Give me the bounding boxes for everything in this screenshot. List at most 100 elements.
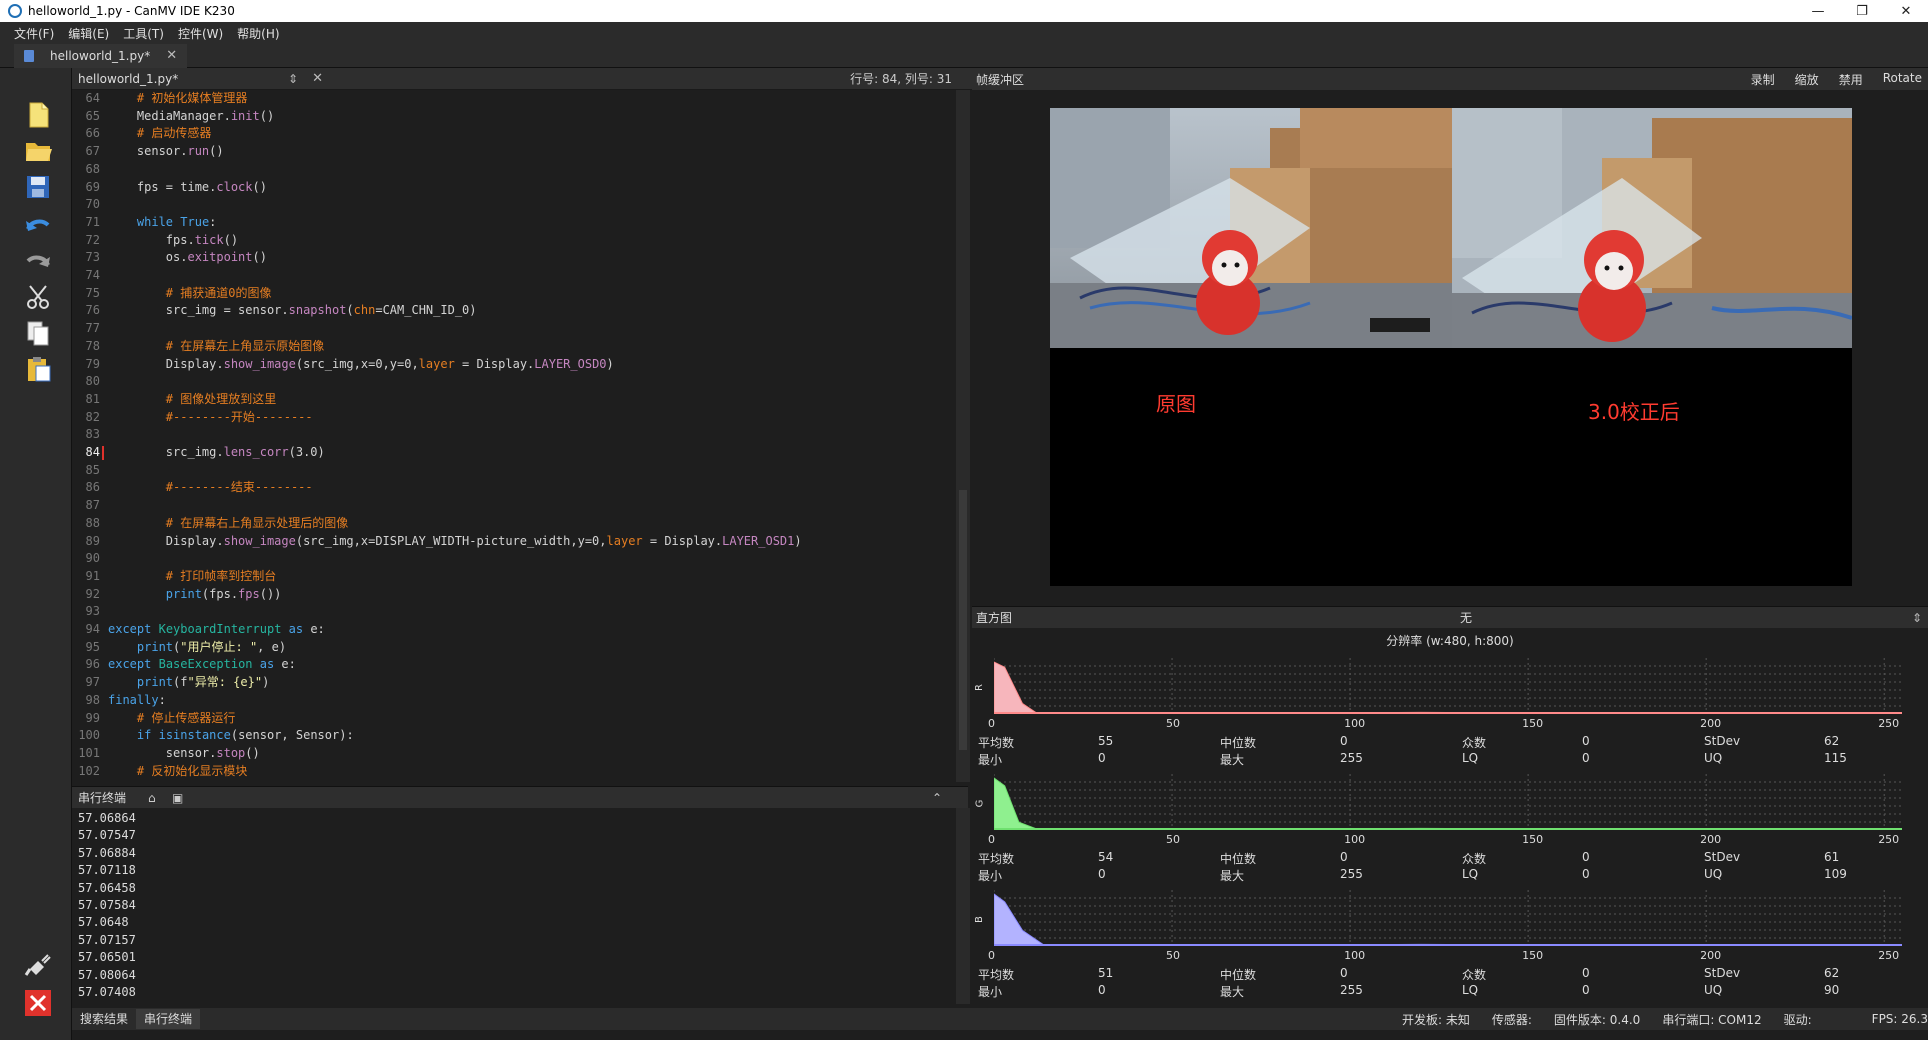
code-line[interactable]: 100 if isinstance(sensor, Sensor):: [72, 727, 962, 745]
copy-icon[interactable]: [20, 316, 56, 350]
close-tab-icon[interactable]: ✕: [166, 48, 177, 63]
maximize-button[interactable]: ❐: [1840, 0, 1884, 22]
undo-icon[interactable]: [20, 208, 56, 242]
code-line[interactable]: 78 # 在屏幕左上角显示原始图像: [72, 338, 962, 356]
code-line[interactable]: 86 #--------结束--------: [72, 479, 962, 497]
cut-icon[interactable]: [20, 280, 56, 314]
code-text: # 在屏幕左上角显示原始图像: [165, 338, 325, 353]
code-line[interactable]: 74: [72, 267, 962, 285]
save-icon[interactable]: [20, 170, 56, 204]
code-line[interactable]: 66 # 启动传感器: [72, 125, 962, 143]
tab-serial-terminal[interactable]: 串行终端: [136, 1009, 201, 1029]
code-line[interactable]: 64 # 初始化媒体管理器: [72, 90, 962, 108]
histogram-tick-label: 0: [988, 717, 995, 730]
tab-search-results[interactable]: 搜索结果: [72, 1009, 136, 1029]
code-line[interactable]: 68: [72, 161, 962, 179]
code-line[interactable]: 73 os.exitpoint(): [72, 249, 962, 267]
code-line[interactable]: 83: [72, 426, 962, 444]
corrected-camera-image: [1452, 108, 1852, 348]
histogram-plot: [994, 774, 1902, 830]
code-editor[interactable]: 64 # 初始化媒体管理器 65 MediaManager.init() 66 # …: [72, 90, 968, 782]
stat-value: 0: [1582, 850, 1590, 864]
menu-tools[interactable]: 工具(T): [123, 25, 164, 42]
line-number: 99: [85, 710, 100, 725]
terminal-scrollbar[interactable]: [956, 808, 970, 1004]
code-line[interactable]: 65 MediaManager.init(): [72, 108, 962, 126]
new-file-icon[interactable]: [20, 98, 56, 132]
document-tab[interactable]: helloworld_1.py* ✕: [14, 43, 188, 68]
label-original: 原图: [1156, 392, 1196, 416]
code-line[interactable]: 70: [72, 196, 962, 214]
code-line[interactable]: 67 sensor.run(): [72, 143, 962, 161]
terminal-line: 57.06501: [78, 950, 136, 965]
histogram-channel-label: G: [974, 799, 986, 808]
file-switch-arrows-icon[interactable]: ⇕: [288, 72, 298, 86]
code-line[interactable]: 76 src_img = sensor.snapshot(chn=CAM_CHN…: [72, 302, 962, 320]
histogram-mode-select[interactable]: 无: [1460, 609, 1472, 626]
document-tab-label: helloworld_1.py*: [50, 48, 151, 63]
menu-help[interactable]: 帮助(H): [237, 25, 279, 42]
rotate-button[interactable]: Rotate: [1883, 71, 1922, 88]
code-line[interactable]: 97 print(f"异常: {e}"): [72, 674, 962, 692]
code-line[interactable]: 91 # 打印帧率到控制台: [72, 568, 962, 586]
code-text: MediaManager.init(): [108, 108, 275, 123]
zoom-button[interactable]: 缩放: [1795, 71, 1819, 88]
code-line[interactable]: 98 finally:: [72, 692, 962, 710]
histogram-tick-label: 100: [1344, 833, 1366, 846]
code-line[interactable]: 93: [72, 603, 962, 621]
stat-value: 0: [1098, 867, 1106, 881]
code-line[interactable]: 82 #--------开始--------: [72, 409, 962, 427]
code-line[interactable]: 88 # 在屏幕右上角显示处理后的图像: [72, 515, 962, 533]
code-line[interactable]: 81 # 图像处理放到这里: [72, 391, 962, 409]
save-terminal-icon[interactable]: ▣: [172, 791, 183, 805]
disable-button[interactable]: 禁用: [1839, 71, 1863, 88]
code-line[interactable]: 84 src_img.lens_corr(3.0): [72, 444, 962, 462]
code-line[interactable]: 69 fps = time.clock(): [72, 179, 962, 197]
collapse-terminal-icon[interactable]: ⌃: [932, 791, 942, 805]
connect-icon[interactable]: [20, 948, 56, 982]
line-number: 86: [85, 480, 100, 495]
code-line[interactable]: 89 Display.show_image(src_img,x=DISPLAY_…: [72, 533, 962, 551]
paste-icon[interactable]: [20, 352, 56, 386]
terminal-line: 57.06884: [78, 845, 136, 860]
cursor-position: 行号: 84, 列号: 31: [850, 72, 952, 86]
editor-close-icon[interactable]: ✕: [312, 71, 323, 86]
stat-value: 0: [1340, 966, 1348, 980]
code-line[interactable]: 101 sensor.stop(): [72, 745, 962, 763]
code-line[interactable]: 92 print(fps.fps()): [72, 586, 962, 604]
code-text: sensor.stop(): [108, 745, 260, 760]
terminal-line: 57.0648: [78, 915, 129, 930]
minimize-button[interactable]: —: [1796, 0, 1840, 22]
code-line[interactable]: 77: [72, 320, 962, 338]
editor-file-label[interactable]: helloworld_1.py*: [78, 72, 288, 86]
code-line[interactable]: 95 print("用户停止: ", e): [72, 639, 962, 657]
code-line[interactable]: 96 except BaseException as e:: [72, 656, 962, 674]
code-line[interactable]: 99 # 停止传感器运行: [72, 710, 962, 728]
code-line[interactable]: 90: [72, 550, 962, 568]
histogram-tick-label: 200: [1700, 833, 1722, 846]
mode-select-arrows-icon[interactable]: ⇕: [1912, 611, 1922, 625]
open-folder-icon[interactable]: [20, 134, 56, 168]
code-line[interactable]: 85: [72, 462, 962, 480]
serial-terminal-output[interactable]: 57.06864 57.07547 57.06884 57.07118 57.06458…: [72, 808, 956, 1004]
code-line[interactable]: 102 # 反初始化显示模块: [72, 763, 962, 781]
line-number: 65: [85, 108, 100, 123]
menu-edit[interactable]: 编辑(E): [68, 25, 109, 42]
menu-widgets[interactable]: 控件(W): [178, 25, 223, 42]
code-line[interactable]: 94 except KeyboardInterrupt as e:: [72, 621, 962, 639]
record-button[interactable]: 录制: [1751, 71, 1775, 88]
editor-scrollbar[interactable]: [956, 90, 970, 782]
code-line[interactable]: 87: [72, 497, 962, 515]
code-line[interactable]: 72 fps.tick(): [72, 232, 962, 250]
clear-terminal-icon[interactable]: ⌂: [148, 791, 156, 805]
code-line[interactable]: 71 while True:: [72, 214, 962, 232]
code-line[interactable]: 79 Display.show_image(src_img,x=0,y=0,la…: [72, 356, 962, 374]
menu-file[interactable]: 文件(F): [14, 25, 54, 42]
code-line[interactable]: 75 # 捕获通道0的图像: [72, 285, 962, 303]
line-number: 89: [85, 533, 100, 548]
close-window-button[interactable]: ✕: [1884, 0, 1928, 22]
histogram-tick-label: 250: [1878, 717, 1900, 730]
redo-icon[interactable]: [20, 244, 56, 278]
code-line[interactable]: 80: [72, 373, 962, 391]
stop-icon[interactable]: [20, 986, 56, 1020]
